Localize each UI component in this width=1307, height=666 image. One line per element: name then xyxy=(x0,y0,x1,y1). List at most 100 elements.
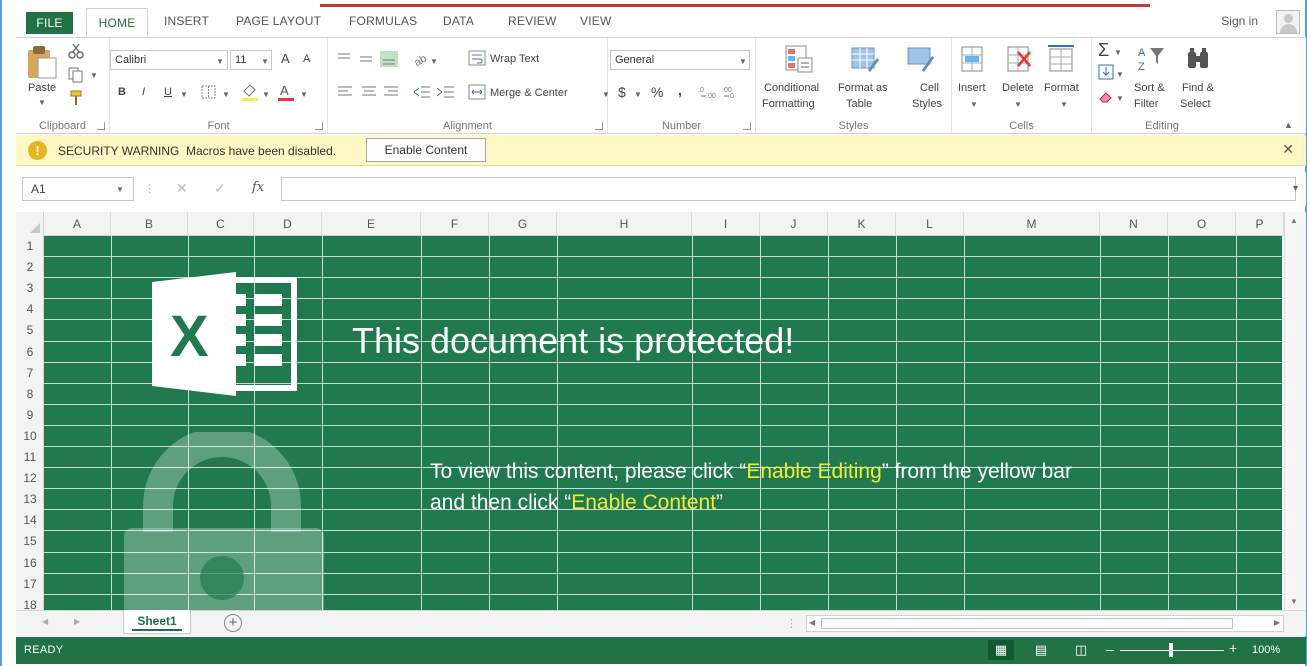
font-family-select[interactable]: Calibri xyxy=(110,50,228,70)
row-header[interactable]: 4 xyxy=(16,299,44,320)
borders-dropdown-icon[interactable]: ▼ xyxy=(222,90,230,99)
zoom-level[interactable]: 100% xyxy=(1252,644,1280,656)
row-header[interactable]: 7 xyxy=(16,363,44,384)
sign-in-link[interactable]: Sign in xyxy=(1221,14,1258,28)
column-header[interactable]: I xyxy=(692,212,760,236)
conditional-formatting-icon[interactable] xyxy=(784,44,814,74)
font-color-dropdown-icon[interactable]: ▼ xyxy=(300,90,308,99)
format-dropdown-icon[interactable]: ▼ xyxy=(1060,100,1068,109)
previous-sheet-icon[interactable]: ◀ xyxy=(42,617,48,626)
copy-dropdown-icon[interactable]: ▼ xyxy=(90,71,98,80)
add-sheet-icon[interactable]: + xyxy=(224,614,242,632)
decimal-icons[interactable]: .0.00 .00.0 xyxy=(698,84,744,100)
delete-cells-label[interactable]: Delete xyxy=(1002,82,1034,94)
percent-button[interactable]: % xyxy=(651,84,663,100)
name-box-dropdown-icon[interactable]: ▼ xyxy=(116,185,124,194)
row-header[interactable]: 10 xyxy=(16,426,44,447)
underline-dropdown-icon[interactable]: ▼ xyxy=(180,90,188,99)
column-header[interactable]: A xyxy=(44,212,111,236)
autosum-dropdown-icon[interactable]: ▼ xyxy=(1114,48,1122,57)
enter-icon[interactable]: ✓ xyxy=(214,180,226,197)
row-header[interactable]: 8 xyxy=(16,384,44,405)
page-layout-view-icon[interactable]: ▤ xyxy=(1028,640,1054,660)
find-select-icon[interactable] xyxy=(1184,44,1214,74)
clipboard-launcher-icon[interactable] xyxy=(97,122,105,130)
column-header[interactable]: P xyxy=(1236,212,1284,236)
format-cells-label[interactable]: Format xyxy=(1044,82,1079,94)
row-header[interactable]: 6 xyxy=(16,342,44,363)
paste-label[interactable]: Paste xyxy=(28,82,56,94)
column-header[interactable]: M xyxy=(964,212,1100,236)
row-header[interactable]: 3 xyxy=(16,278,44,299)
clear-icon[interactable] xyxy=(1098,90,1114,104)
format-as-table-label-1[interactable]: Format as xyxy=(838,82,888,94)
row-header[interactable]: 5 xyxy=(16,320,44,341)
user-avatar-icon[interactable] xyxy=(1276,10,1300,34)
tab-page-layout[interactable]: PAGE LAYOUT xyxy=(236,14,321,28)
row-header[interactable]: 16 xyxy=(16,553,44,574)
fill-color-icon[interactable] xyxy=(240,82,260,102)
insert-cells-label[interactable]: Insert xyxy=(958,82,986,94)
grow-font-button[interactable]: A xyxy=(281,51,290,66)
scroll-right-icon[interactable]: ▶ xyxy=(1274,618,1280,627)
row-header[interactable]: 15 xyxy=(16,531,44,552)
indent-icons[interactable] xyxy=(412,84,456,100)
select-all-button[interactable] xyxy=(16,212,44,236)
row-header[interactable]: 14 xyxy=(16,510,44,531)
tab-insert[interactable]: INSERT xyxy=(164,14,209,28)
font-color-icon[interactable]: A xyxy=(276,82,296,102)
horizontal-scroll-thumb[interactable] xyxy=(821,618,1233,629)
find-select-label-1[interactable]: Find & xyxy=(1182,82,1214,94)
alignment-launcher-icon[interactable] xyxy=(595,122,603,130)
wrap-text-button[interactable]: Wrap Text xyxy=(490,53,539,65)
number-format-dropdown-icon[interactable]: ▼ xyxy=(739,57,747,66)
tab-file[interactable]: FILE xyxy=(26,12,73,34)
column-header[interactable]: J xyxy=(760,212,828,236)
row-header[interactable]: 2 xyxy=(16,257,44,278)
row-header[interactable]: 12 xyxy=(16,468,44,489)
cancel-icon[interactable]: ✕ xyxy=(176,180,188,197)
row-header[interactable]: 18 xyxy=(16,595,44,610)
font-size-dropdown-icon[interactable]: ▼ xyxy=(261,57,269,66)
tab-home[interactable]: HOME xyxy=(86,8,148,38)
conditional-formatting-label-1[interactable]: Conditional xyxy=(764,82,819,94)
sheet-tab-sheet1[interactable]: Sheet1 xyxy=(123,610,191,634)
zoom-in-icon[interactable]: + xyxy=(1229,640,1237,656)
column-header[interactable]: O xyxy=(1168,212,1236,236)
normal-view-icon[interactable]: ▦ xyxy=(988,640,1014,660)
merge-center-icon[interactable] xyxy=(468,84,486,100)
row-header[interactable]: 11 xyxy=(16,447,44,468)
insert-cells-icon[interactable] xyxy=(958,44,988,74)
horizontal-align-icons[interactable] xyxy=(336,84,402,100)
expand-formula-bar-icon[interactable]: ▼ xyxy=(1291,183,1300,193)
format-as-table-icon[interactable] xyxy=(850,44,880,74)
column-header[interactable]: K xyxy=(828,212,896,236)
fill-dropdown-icon[interactable]: ▼ xyxy=(1116,70,1124,79)
number-launcher-icon[interactable] xyxy=(743,122,751,130)
column-header[interactable]: B xyxy=(111,212,188,236)
insert-dropdown-icon[interactable]: ▼ xyxy=(970,100,978,109)
formula-input[interactable] xyxy=(281,177,1296,201)
tab-review[interactable]: REVIEW xyxy=(508,14,557,28)
insert-function-icon[interactable]: fx xyxy=(252,180,264,195)
tab-data[interactable]: DATA xyxy=(443,14,474,28)
cell-styles-label-2[interactable]: Styles xyxy=(912,98,942,110)
column-header[interactable]: G xyxy=(489,212,557,236)
merge-center-button[interactable]: Merge & Center xyxy=(490,87,568,99)
vertical-scrollbar[interactable]: ▲ ▼ xyxy=(1284,212,1306,610)
paste-icon[interactable] xyxy=(26,44,58,80)
wrap-text-icon[interactable] xyxy=(468,50,486,66)
copy-icon[interactable] xyxy=(68,67,84,83)
scroll-left-icon[interactable]: ◀ xyxy=(809,618,815,627)
sheet-area[interactable]: X This document is protected! To view th… xyxy=(44,236,1282,610)
bold-button[interactable]: B xyxy=(118,86,126,98)
currency-button[interactable]: $ xyxy=(618,84,626,100)
format-painter-icon[interactable] xyxy=(68,90,84,106)
row-header[interactable]: 1 xyxy=(16,236,44,257)
shrink-font-button[interactable]: A xyxy=(303,53,310,65)
scroll-up-icon[interactable]: ▲ xyxy=(1290,216,1298,225)
column-header[interactable]: D xyxy=(254,212,322,236)
sort-filter-label-2[interactable]: Filter xyxy=(1134,98,1158,110)
autosum-icon[interactable]: Σ xyxy=(1098,40,1109,61)
font-family-dropdown-icon[interactable]: ▼ xyxy=(216,57,224,66)
